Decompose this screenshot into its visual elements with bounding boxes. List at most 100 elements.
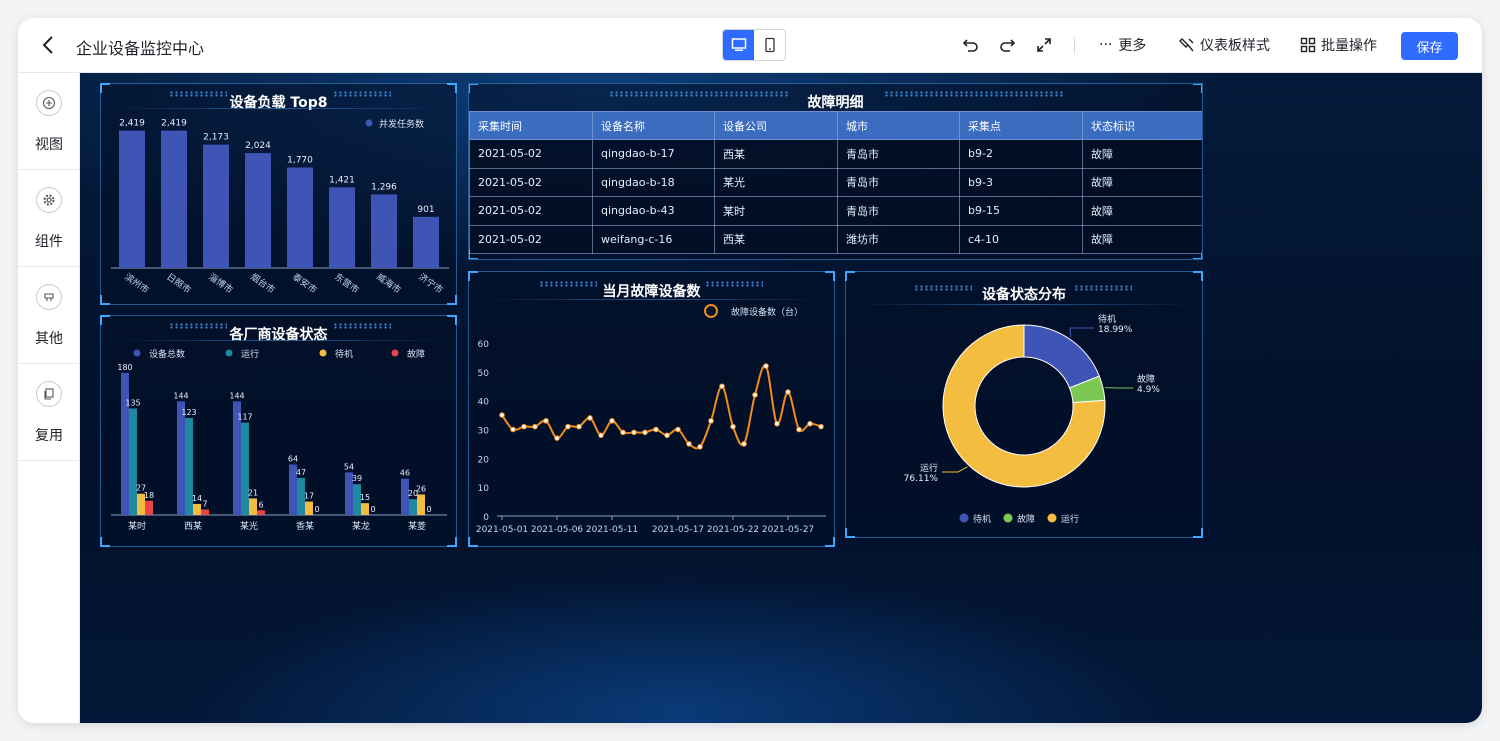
- table-cell: 2021-05-02: [469, 139, 593, 169]
- data-point: [631, 429, 637, 436]
- table-row[interactable]: 2021-05-02 qingdao-b-43 某时 青岛市 b9-15 故障: [469, 196, 1202, 226]
- legend-label: 运行: [241, 348, 259, 360]
- table-row[interactable]: 2021-05-02 qingdao-b-17 西某 青岛市 b9-2 故障: [469, 139, 1202, 169]
- grid-icon: [1300, 37, 1316, 53]
- data-point: [510, 426, 516, 433]
- pie-slice: [1023, 324, 1100, 389]
- table-cell: 青岛市: [837, 196, 960, 226]
- table-cell: b9-2: [959, 139, 1083, 169]
- back-arrow-icon[interactable]: [38, 34, 60, 56]
- data-point: [521, 423, 527, 430]
- data-label: 180: [117, 363, 132, 372]
- table-cell: 故障: [1082, 167, 1202, 197]
- data-point: [686, 441, 692, 447]
- panel-title: 故障明细: [807, 95, 864, 111]
- mobile-view-button[interactable]: [754, 30, 785, 60]
- bar: [119, 130, 145, 268]
- data-label: 47: [296, 468, 306, 477]
- data-label: 7: [202, 499, 207, 508]
- legend-label: 待机: [973, 513, 991, 525]
- leader-line: [1069, 327, 1094, 338]
- data-point: [774, 420, 780, 427]
- x-tick-label: 2021-05-27: [762, 525, 814, 535]
- status-donut-chart: 待机18.99%故障4.9%运行76.11%待机 故障 运行: [904, 313, 1161, 525]
- bar: [257, 510, 265, 515]
- data-label: 46: [400, 469, 410, 478]
- column-header[interactable]: 采集时间: [469, 111, 593, 140]
- dashboard-style-button[interactable]: 仪表板样式: [1179, 33, 1270, 57]
- data-label: 2,419: [161, 119, 187, 129]
- panel-status-distribution[interactable]: 设备状态分布 待机 18.99% 故障 4.9% 运行 76.11% 待机 故障 运行: [845, 271, 1203, 538]
- table-cell: 故障: [1082, 196, 1202, 226]
- data-point: [642, 429, 648, 436]
- column-header[interactable]: 设备名称: [592, 111, 715, 140]
- batch-operation-button[interactable]: 批量操作: [1300, 33, 1377, 57]
- sidebar-item-view[interactable]: 视图: [18, 73, 80, 170]
- sidebar-item-reuse[interactable]: 复用: [18, 364, 80, 461]
- x-tick-label: 某菱: [408, 520, 426, 532]
- table-cell: 某时: [714, 196, 838, 226]
- legend-marker: [959, 513, 969, 523]
- x-tick-label: 烟台市: [248, 271, 277, 296]
- column-header[interactable]: 状态标识: [1082, 111, 1202, 140]
- table-row[interactable]: 2021-05-02 weifang-c-16 西某 潍坊市 c4-10 故障: [469, 224, 1202, 254]
- data-point: [752, 392, 758, 398]
- sidebar-item-label: 其他: [35, 331, 63, 347]
- data-label: 0: [370, 505, 375, 514]
- data-label: 18: [144, 491, 154, 500]
- legend-marker: [704, 304, 718, 318]
- x-tick-label: 西某: [184, 521, 202, 532]
- data-label: 1,296: [371, 182, 397, 192]
- x-tick-label: 淄博市: [206, 271, 235, 296]
- data-label: 2,419: [119, 119, 145, 129]
- x-tick-label: 2021-05-01: [476, 525, 528, 535]
- table-cell: 2021-05-02: [469, 224, 593, 254]
- bar: [177, 401, 185, 515]
- column-header[interactable]: 城市: [837, 111, 960, 140]
- redo-button[interactable]: [998, 33, 1016, 57]
- y-tick-label: 40: [478, 398, 490, 408]
- left-sidebar: 视图 组件 其他 复用: [18, 73, 80, 723]
- data-label: 135: [125, 398, 140, 407]
- panel-monthly-faults[interactable]: 当月故障设备数 故障设备数（台） 0 10 20 30 40 50 60 2021-05-01 2…: [468, 271, 835, 547]
- sidebar-item-label: 复用: [35, 428, 63, 444]
- slice-percent-label: 76.11%: [904, 474, 939, 484]
- sidebar-item-other[interactable]: 其他: [18, 267, 80, 364]
- legend-marker: [225, 349, 233, 357]
- legend-marker: [365, 119, 373, 127]
- data-point: [675, 426, 681, 433]
- legend-marker: [1003, 513, 1013, 523]
- data-point: [730, 423, 736, 430]
- bar: [249, 498, 257, 515]
- data-point: [785, 389, 791, 395]
- data-label: 144: [173, 391, 188, 400]
- data-point: [565, 423, 571, 430]
- bar: [121, 372, 129, 515]
- save-button[interactable]: 保存: [1401, 32, 1458, 60]
- bar: [371, 194, 397, 268]
- table-row[interactable]: 2021-05-02 qingdao-b-18 某光 青岛市 b9-3 故障: [469, 167, 1202, 197]
- sidebar-item-label: 组件: [35, 234, 63, 250]
- panel-load-top8[interactable]: 设备负载 Top8 并发任务数 2,419 滨州市 2,419 日照市 2,173 淄博市 2…: [100, 83, 457, 305]
- x-tick-label: 某时: [128, 520, 146, 532]
- desktop-view-button[interactable]: [723, 30, 754, 60]
- slice-name-label: 待机: [1098, 313, 1116, 325]
- fullscreen-button[interactable]: [1035, 33, 1053, 57]
- panel-fault-detail[interactable]: 故障明细 采集时间 设备名称 设备公司 城市 采集点 状态标识 2021-05-…: [468, 83, 1203, 260]
- panel-vendor-status[interactable]: 各厂商设备状态 设备总数 运行 待机 故障 180 135 27 18 某时 144 123 14 7 西…: [100, 315, 457, 547]
- column-header[interactable]: 设备公司: [714, 111, 838, 140]
- data-label: 1,770: [287, 155, 313, 165]
- legend-label: 设备总数: [149, 348, 185, 360]
- column-header[interactable]: 采集点: [959, 111, 1083, 140]
- data-label: 901: [417, 205, 434, 215]
- slice-percent-label: 4.9%: [1137, 385, 1160, 395]
- data-point: [719, 383, 725, 390]
- legend-marker: [133, 349, 141, 357]
- data-label: 39: [352, 474, 362, 483]
- more-button[interactable]: ··· 更多: [1099, 33, 1146, 57]
- data-point: [807, 420, 813, 427]
- data-point: [818, 423, 824, 430]
- data-point: [554, 435, 560, 441]
- undo-button[interactable]: [962, 33, 980, 57]
- sidebar-item-components[interactable]: 组件: [18, 170, 80, 267]
